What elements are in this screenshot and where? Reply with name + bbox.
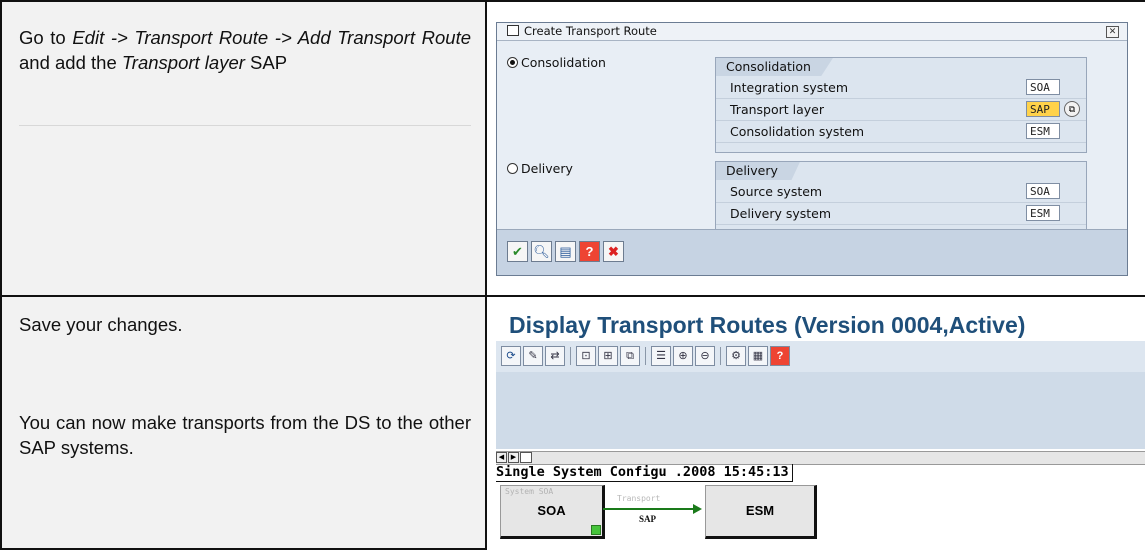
horizontal-scrollbar[interactable]: ◀ ▶ <box>496 451 1145 465</box>
search-icon[interactable]: 🔍︎ <box>531 241 552 262</box>
field-label: Consolidation system <box>730 124 865 139</box>
checkmark-icon[interactable]: ✔ <box>507 241 528 262</box>
copy-icon[interactable]: ⧉ <box>620 346 640 366</box>
cancel-icon[interactable]: ✖ <box>603 241 624 262</box>
source-system-row: Source system SOA <box>716 181 1086 203</box>
consolidation-system-row: Consolidation system ESM <box>716 121 1086 143</box>
zoom-in-icon[interactable]: ⊕ <box>673 346 693 366</box>
node-caption: System SOA <box>505 487 554 496</box>
delivery-system-row: Delivery system ESM <box>716 203 1086 225</box>
node-name: SOA <box>537 503 566 518</box>
radio-label: Consolidation <box>521 55 606 70</box>
source-system-field[interactable]: SOA <box>1026 183 1060 199</box>
consolidation-group: Consolidation Integration system SOA Tra… <box>715 57 1087 153</box>
instruction-cell-1: Go to Edit -> Transport Route -> Add Tra… <box>0 0 487 297</box>
work-area <box>496 372 1145 449</box>
settings-icon[interactable]: ⚙ <box>726 346 746 366</box>
zoom-out-icon[interactable]: ⊖ <box>695 346 715 366</box>
field-label: Source system <box>730 184 823 199</box>
route-arrow-icon <box>693 504 702 514</box>
copy-icon[interactable]: ▤ <box>555 241 576 262</box>
dialog-footer: ✔ 🔍︎ ▤ ? ✖ <box>497 229 1127 275</box>
instr-part: SAP <box>244 52 288 73</box>
instruction-text-1: Go to Edit -> Transport Route -> Add Tra… <box>19 25 471 75</box>
edit-icon[interactable]: ✎ <box>523 346 543 366</box>
delivery-group: Delivery Source system SOA Delivery syst… <box>715 161 1087 230</box>
align-icon[interactable]: ☰ <box>651 346 671 366</box>
instruction-text-2b: You can now make transports from the DS … <box>19 412 471 458</box>
overview-icon[interactable]: ▦ <box>748 346 768 366</box>
group-tab: Consolidation <box>716 58 833 76</box>
field-label: Delivery system <box>730 206 832 221</box>
system-node-soa[interactable]: System SOA SOA <box>500 485 605 539</box>
status-square-icon <box>591 525 601 535</box>
instruction-cell-2: Save your changes. You can now make tran… <box>0 295 487 550</box>
radio-selected-icon <box>507 57 518 68</box>
toolbar-separator <box>720 347 721 365</box>
consolidation-radio[interactable]: Consolidation <box>507 55 606 70</box>
close-icon[interactable]: ✕ <box>1106 26 1119 38</box>
field-label: Integration system <box>730 80 849 95</box>
graphic-header-line: Single System Configu .2008 15:45:13 <box>496 464 793 482</box>
screen-title: Display Transport Routes (Version 0004,A… <box>509 312 1026 338</box>
consolidation-system-field[interactable]: ESM <box>1026 123 1060 139</box>
system-node-esm[interactable]: ESM <box>705 485 817 539</box>
display-change-icon[interactable]: ⇄ <box>545 346 565 366</box>
scroll-left-icon[interactable]: ◀ <box>496 452 507 463</box>
application-toolbar: ⟳ ✎ ⇄ ⊡ ⊞ ⧉ ☰ ⊕ ⊖ ⚙ ▦ ? <box>496 341 1145 372</box>
divider <box>19 125 471 126</box>
route-caption: Transport <box>617 494 661 503</box>
help-icon[interactable]: ? <box>770 346 790 366</box>
dialog-title: Create Transport Route <box>524 24 657 38</box>
instr-menu-path: Edit -> Transport Route -> Add Transport… <box>72 27 471 48</box>
create-transport-route-dialog: Create Transport Route ✕ Consolidation C… <box>496 22 1128 276</box>
transport-route-line[interactable] <box>603 508 695 510</box>
dialog-title-bar: Create Transport Route ✕ <box>497 23 1127 41</box>
fit-icon[interactable]: ⊡ <box>576 346 596 366</box>
instr-field-name: Transport layer <box>121 52 245 73</box>
integration-system-field[interactable]: SOA <box>1026 79 1060 95</box>
transport-layer-field[interactable]: SAP <box>1026 101 1060 117</box>
dialog-window-icon <box>507 25 519 36</box>
toolbar-separator <box>645 347 646 365</box>
toolbar-separator <box>570 347 571 365</box>
integration-system-row: Integration system SOA <box>716 77 1086 99</box>
instruction-text-2a: Save your changes. <box>19 314 183 335</box>
value-help-icon[interactable]: ⧉ <box>1064 101 1080 117</box>
radio-label: Delivery <box>521 161 573 176</box>
delivery-system-field[interactable]: ESM <box>1026 205 1060 221</box>
layout-icon[interactable]: ⊞ <box>598 346 618 366</box>
instr-part: and add the <box>19 52 122 73</box>
help-icon[interactable]: ? <box>579 241 600 262</box>
route-label: SAP <box>639 514 657 524</box>
group-tab: Delivery <box>716 162 800 180</box>
radio-unselected-icon <box>507 163 518 174</box>
field-label: Transport layer <box>730 102 824 117</box>
scroll-thumb[interactable] <box>520 452 532 463</box>
delivery-radio[interactable]: Delivery <box>507 161 573 176</box>
scroll-right-icon[interactable]: ▶ <box>508 452 519 463</box>
refresh-icon[interactable]: ⟳ <box>501 346 521 366</box>
dialog-body: Consolidation Consolidation Integration … <box>497 41 1127 230</box>
transport-layer-row: Transport layer SAP ⧉ <box>716 99 1086 121</box>
instr-part: Go to <box>19 27 73 48</box>
node-name: ESM <box>745 503 775 518</box>
